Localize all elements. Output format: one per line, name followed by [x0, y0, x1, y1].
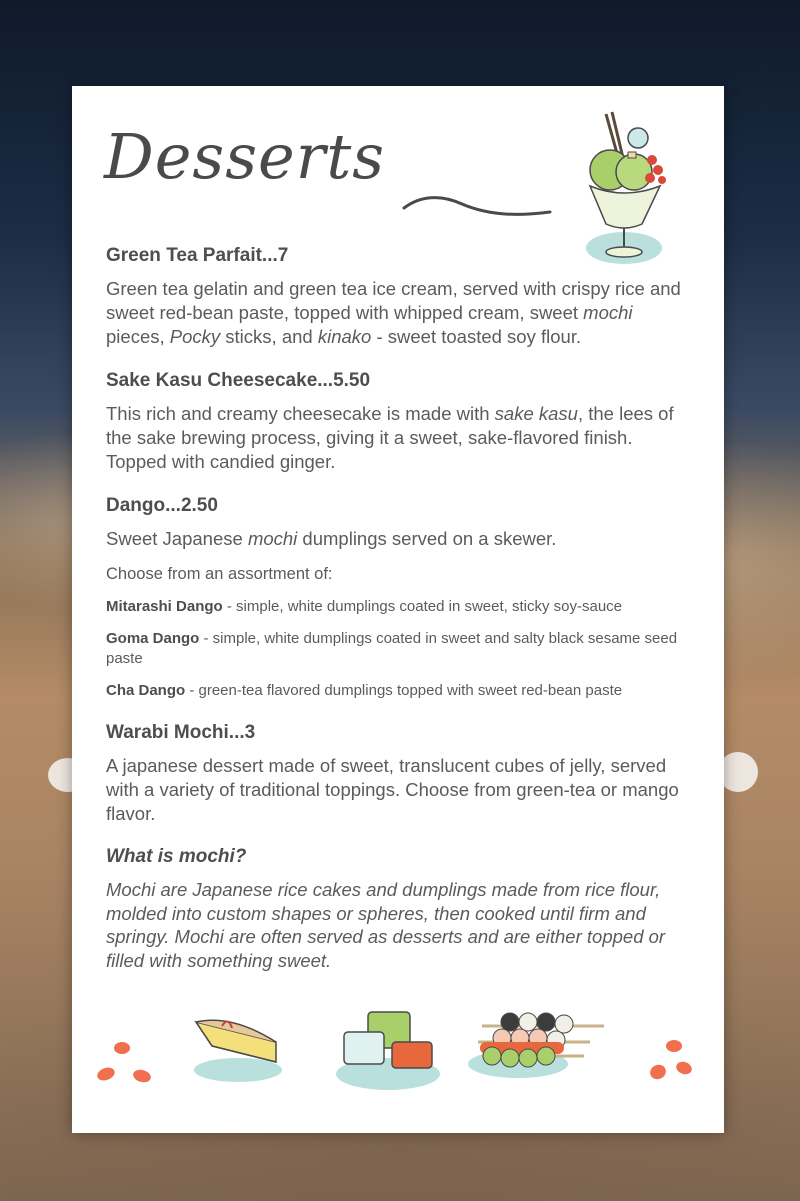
item-name: Green Tea Parfait...7	[106, 245, 289, 266]
orange-petals-right-icon	[650, 1040, 692, 1080]
menu-item-sake-kasu-cheesecake: Sake Kasu Cheesecake...5.50 This rich an…	[106, 369, 696, 474]
menu-item-dango: Dango...2.50 Sweet Japanese mochi dumpli…	[106, 494, 696, 701]
dango-choose-label: Choose from an assortment of:	[106, 565, 333, 583]
bottom-illustrations	[97, 1011, 692, 1090]
dango-skewers-icon	[468, 1012, 604, 1078]
dango-option: Cha Dango - green-tea flavored dumplings…	[106, 682, 623, 699]
item-description: A japanese dessert made of sweet, transl…	[106, 755, 679, 824]
menu-header: Desserts	[104, 120, 564, 216]
dango-option: Mitarashi Dango - simple, white dumpling…	[106, 598, 623, 615]
warabi-mochi-icon	[336, 1011, 440, 1090]
title-flourish	[402, 196, 552, 216]
cheesecake-slice-icon	[194, 1019, 282, 1082]
item-description: Sweet Japanese mochi dumplings served on…	[106, 528, 557, 549]
menu-content: Green Tea Parfait...7 Green tea gelatin …	[106, 244, 696, 992]
item-description: This rich and creamy cheesecake is made …	[106, 403, 674, 472]
item-name: Warabi Mochi...3	[106, 722, 256, 743]
menu-card: Desserts Green Tea Parfait...7 Green tea…	[72, 86, 724, 1133]
orange-petals-left-icon	[97, 1042, 151, 1083]
menu-item-warabi-mochi: Warabi Mochi...3 A japanese dessert made…	[106, 721, 696, 826]
dango-option: Goma Dango - simple, white dumplings coa…	[106, 630, 678, 667]
item-name: Sake Kasu Cheesecake...5.50	[106, 370, 371, 391]
faq-answer: Mochi are Japanese rice cakes and dumpli…	[106, 879, 666, 971]
mochi-faq: What is mochi? Mochi are Japanese rice c…	[106, 846, 696, 972]
faq-question: What is mochi?	[106, 846, 247, 867]
background-plate-right	[718, 752, 758, 792]
item-description: Green tea gelatin and green tea ice crea…	[106, 278, 681, 347]
menu-title: Desserts	[104, 120, 386, 193]
item-name: Dango...2.50	[106, 495, 218, 516]
menu-item-green-tea-parfait: Green Tea Parfait...7 Green tea gelatin …	[106, 244, 696, 349]
